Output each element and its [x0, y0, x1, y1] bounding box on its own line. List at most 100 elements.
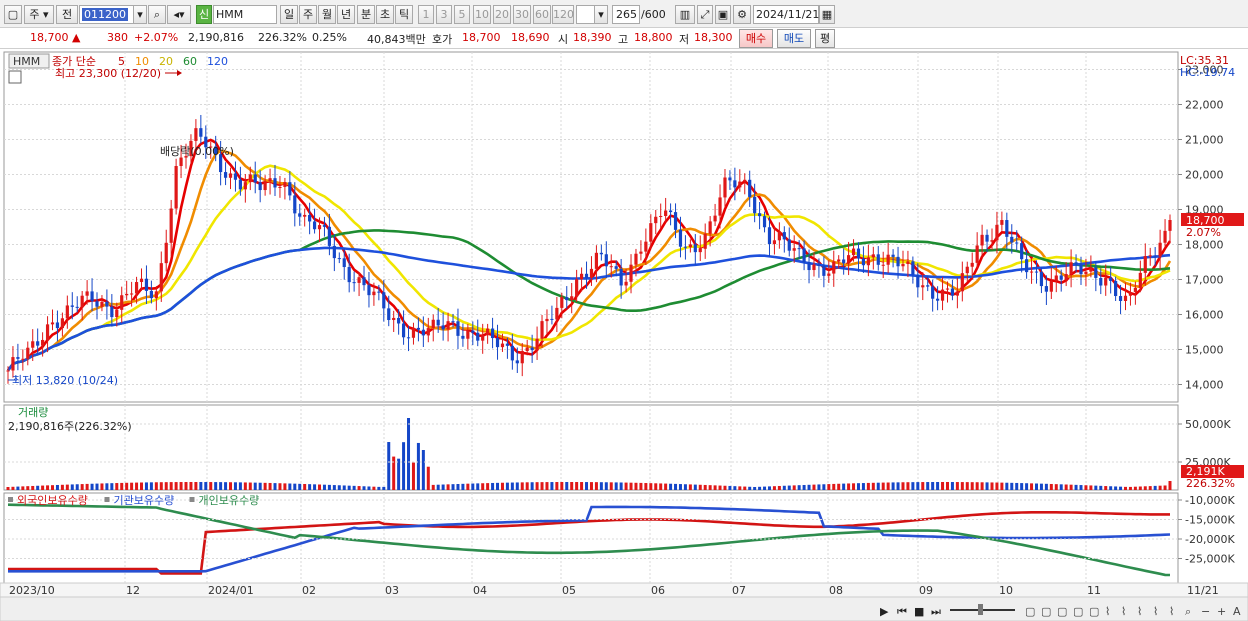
- candle-body: [1000, 220, 1004, 225]
- candle-body: [851, 248, 856, 256]
- interval-60[interactable]: 60: [533, 5, 551, 24]
- volume-bar: [377, 486, 381, 490]
- mode-select[interactable]: ▢: [4, 5, 22, 24]
- calendar-icon[interactable]: ▦: [819, 5, 835, 24]
- period-month[interactable]: 월: [318, 5, 336, 24]
- count-input[interactable]: 265: [612, 5, 640, 24]
- candle-body: [223, 172, 228, 178]
- volume-bar: [80, 484, 84, 490]
- candle-body: [664, 210, 668, 216]
- candle-body: [866, 257, 870, 266]
- volume-bar: [46, 485, 50, 490]
- volume-bar: [337, 485, 341, 490]
- candle-body: [1025, 259, 1029, 273]
- candle-body: [807, 262, 811, 271]
- code-dropdown-button[interactable]: ▾: [133, 5, 147, 24]
- save-icon[interactable]: ▣: [715, 5, 731, 24]
- volume-bar: [253, 482, 257, 490]
- volume-bar: [174, 482, 178, 490]
- price-tick-label: 15,000: [1185, 344, 1224, 357]
- period-minute[interactable]: 분: [357, 5, 375, 24]
- stock-badge[interactable]: 신: [196, 5, 212, 24]
- volume-bar: [1148, 486, 1152, 490]
- candle-body: [822, 265, 826, 276]
- holding-tick-label: -10,000K: [1185, 494, 1235, 507]
- draw-tool-icon[interactable]: ⤢: [697, 5, 713, 24]
- x-axis-label: 07: [732, 584, 746, 597]
- chart-svg[interactable]: 2023/10 12 2024/01 02 03 04 05 06 07 08 09 10 11 11/2…: [0, 50, 1248, 621]
- volume-bar: [283, 483, 287, 490]
- speaker-icon[interactable]: ◂▾: [167, 5, 191, 24]
- volume-bar: [589, 482, 593, 490]
- period-year[interactable]: 년: [337, 5, 355, 24]
- eval-button[interactable]: 평: [815, 29, 835, 48]
- candle-body: [802, 248, 806, 263]
- volume-bar: [634, 482, 638, 490]
- search-icon[interactable]: ⌕: [148, 5, 166, 24]
- volume-bar: [1005, 482, 1009, 490]
- volume-bar: [352, 485, 356, 490]
- toolbar-icon: ⌕: [1185, 605, 1191, 618]
- chart-area[interactable]: 2023/10 12 2024/01 02 03 04 05 06 07 08 09 10 11 11/2…: [0, 50, 1248, 621]
- volume-bar: [683, 484, 687, 490]
- candle-body: [1034, 271, 1039, 273]
- toolbar-icon: ⌇: [1169, 605, 1174, 618]
- volume-bar: [1153, 485, 1157, 490]
- holding-tick-label: -15,000K: [1185, 514, 1235, 527]
- candle-body: [594, 252, 599, 269]
- legend-ma-120: 120: [207, 55, 228, 68]
- buy-button[interactable]: 매수: [739, 29, 773, 48]
- volume-bar: [421, 450, 425, 490]
- volume-bar: [985, 482, 989, 490]
- candle-body: [60, 318, 64, 329]
- last-pct-text: 2.07%: [1186, 226, 1221, 239]
- candle-body: [856, 248, 861, 259]
- interval-20[interactable]: 20: [493, 5, 511, 24]
- holding-legend-0: 외국인보유수량: [17, 494, 88, 507]
- interval-10[interactable]: 10: [473, 5, 491, 24]
- volume-bar: [1054, 484, 1058, 490]
- interval-30[interactable]: 30: [513, 5, 531, 24]
- volume-bar: [847, 483, 851, 490]
- candle-body: [401, 323, 406, 338]
- scroll-nav-icon: ■: [914, 605, 924, 618]
- candle-body: [1059, 275, 1063, 280]
- settings-gear-icon[interactable]: ⚙: [733, 5, 751, 24]
- period-tick[interactable]: 틱: [395, 5, 413, 24]
- candle-body: [545, 318, 549, 322]
- period-second[interactable]: 초: [376, 5, 394, 24]
- candle-body: [392, 317, 396, 321]
- candle-body: [772, 240, 777, 245]
- volume-bar: [135, 482, 139, 490]
- toolbar-icon: A: [1233, 605, 1241, 618]
- volume-bar: [723, 485, 727, 490]
- candle-body: [303, 214, 307, 217]
- candle-body: [975, 245, 979, 263]
- mode2-dropdown[interactable]: 전: [56, 5, 78, 24]
- interval-120[interactable]: 120: [552, 5, 574, 24]
- candle-body: [668, 210, 673, 213]
- volume-bar: [273, 483, 277, 490]
- interval-dropdown[interactable]: ▾: [594, 5, 608, 24]
- interval-5[interactable]: 5: [454, 5, 470, 24]
- candle-type-icon[interactable]: ▥: [675, 5, 695, 24]
- interval-1[interactable]: 1: [418, 5, 434, 24]
- stock-name-field[interactable]: HMM: [213, 5, 277, 24]
- sell-button[interactable]: 매도: [777, 29, 811, 48]
- code-input[interactable]: 011200: [79, 5, 135, 24]
- period-day[interactable]: 일: [280, 5, 298, 24]
- candle-body: [406, 337, 411, 339]
- candle-body: [936, 298, 940, 301]
- candle-body: [75, 306, 79, 308]
- period-week[interactable]: 주: [299, 5, 317, 24]
- candle-body: [461, 335, 465, 339]
- volume-bar: [1123, 486, 1127, 490]
- interval-3[interactable]: 3: [436, 5, 452, 24]
- candle-body: [812, 264, 816, 271]
- candle-body: [298, 213, 302, 217]
- mode-dropdown[interactable]: 주 ▾: [24, 5, 54, 24]
- candle-body: [317, 225, 322, 230]
- candle-body: [931, 286, 935, 299]
- volume-bar: [906, 482, 910, 490]
- date-input[interactable]: 2024/11/21: [753, 5, 819, 24]
